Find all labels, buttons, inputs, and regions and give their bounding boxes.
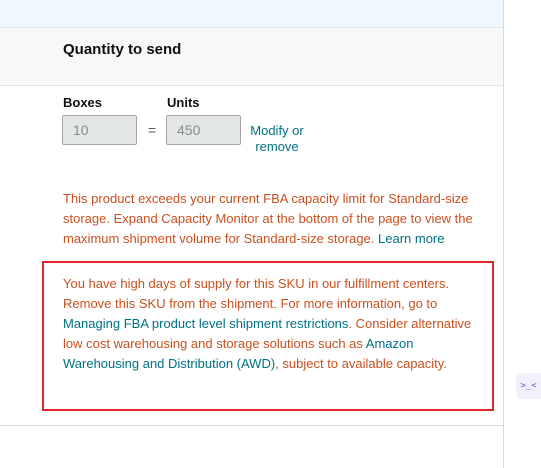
top-info-strip xyxy=(0,0,503,28)
code-chevrons-icon[interactable]: >_< xyxy=(516,373,541,399)
units-input[interactable]: 450 xyxy=(166,115,241,145)
units-label: Units xyxy=(167,95,200,110)
boxes-input[interactable]: 10 xyxy=(62,115,137,145)
boxes-label: Boxes xyxy=(63,95,103,110)
supply-warning-text-3: , subject to available capacity. xyxy=(275,356,447,371)
page: Quantity to send Boxes Units 10 = 450 Mo… xyxy=(0,0,541,468)
supply-warning-text-1: You have high days of supply for this SK… xyxy=(63,276,450,311)
managing-fba-restrictions-link[interactable]: Managing FBA product level shipment rest… xyxy=(63,316,348,331)
section-title: Quantity to send xyxy=(63,41,182,58)
modify-or-remove-link[interactable]: Modify or remove xyxy=(250,123,304,155)
learn-more-link[interactable]: Learn more xyxy=(378,231,444,246)
section-divider xyxy=(0,425,503,426)
days-of-supply-warning: You have high days of supply for this SK… xyxy=(63,274,483,374)
capacity-limit-warning: This product exceeds your current FBA ca… xyxy=(63,189,483,263)
equals-sign: = xyxy=(148,122,157,138)
